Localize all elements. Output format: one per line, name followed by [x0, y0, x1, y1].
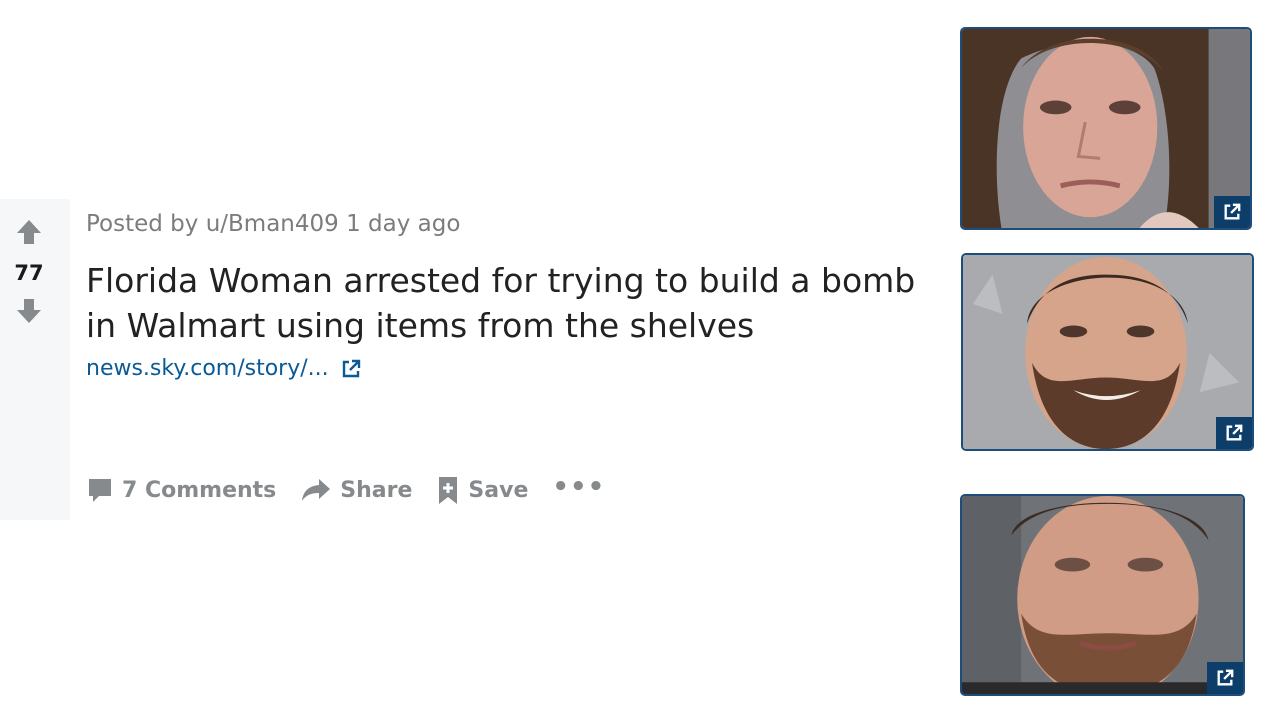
comment-bubble-icon [89, 479, 111, 502]
thumbnail-1[interactable] [960, 27, 1252, 230]
post-card: 77 Posted by u/Bman409 1 day ago Florida… [0, 0, 1280, 720]
upvote-arrow-icon[interactable] [14, 217, 44, 247]
more-options-button[interactable]: ••• [552, 472, 605, 502]
external-link-icon[interactable] [1214, 196, 1250, 228]
mugshot-smiling-man-image [963, 255, 1252, 449]
share-button[interactable]: Share [300, 477, 412, 503]
share-label: Share [340, 477, 413, 503]
post-link[interactable]: news.sky.com/story/... [86, 356, 361, 381]
post-link-text[interactable]: news.sky.com/story/... [86, 356, 329, 381]
share-arrow-icon [302, 479, 331, 501]
vote-score: 77 [14, 261, 44, 285]
comments-label: 7 Comments [122, 477, 277, 503]
external-link-icon[interactable] [1216, 417, 1252, 449]
post-title[interactable]: Florida Woman arrested for trying to bui… [86, 258, 936, 348]
bookmark-plus-icon [439, 477, 458, 504]
mugshot-bearded-man-image [962, 496, 1243, 694]
save-button[interactable]: Save [436, 474, 528, 506]
save-label: Save [468, 477, 529, 503]
post-meta[interactable]: Posted by u/Bman409 1 day ago [86, 211, 460, 237]
thumbnail-2[interactable] [961, 253, 1254, 451]
external-link-icon[interactable] [341, 359, 361, 379]
comments-button[interactable]: 7 Comments [86, 475, 276, 505]
mugshot-woman-image [962, 29, 1250, 228]
downvote-arrow-icon[interactable] [14, 296, 44, 326]
post-actions: 7 Comments Share Save ••• [86, 472, 629, 506]
thumbnail-3[interactable] [960, 494, 1245, 696]
vote-rail: 77 [0, 199, 70, 520]
external-link-icon[interactable] [1207, 662, 1243, 694]
